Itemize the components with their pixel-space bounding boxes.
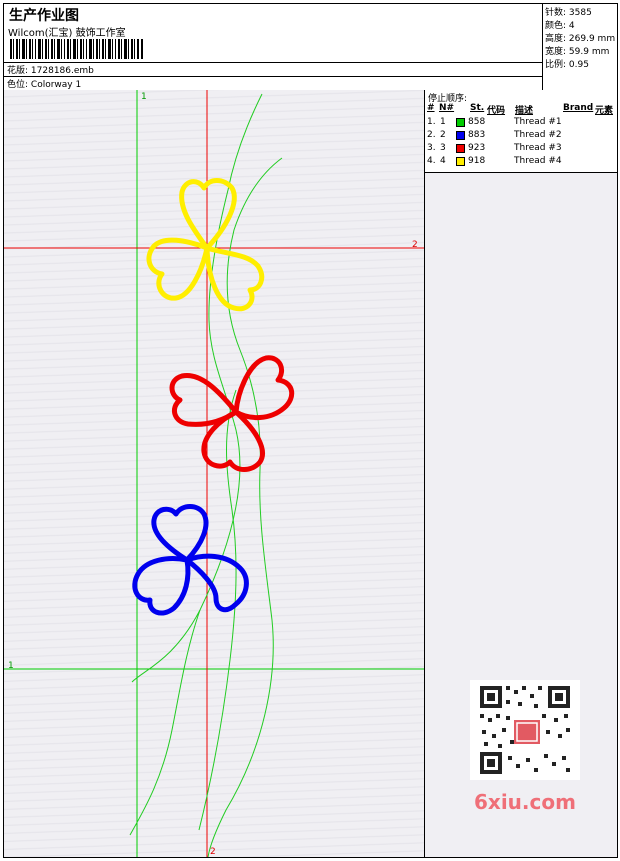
- table-row: 4. 4 918 Thread #4: [427, 156, 562, 166]
- design-preview: 1 1 2 2: [4, 90, 425, 857]
- header: 生产作业图 Wilcom(汇宝) 鼓饰工作室 花版: 1728186.emb 色…: [4, 4, 617, 91]
- colorway-label: 色位:: [7, 80, 29, 90]
- colorway-name: Colorway 1: [30, 80, 82, 90]
- marker-2-right: 2: [412, 240, 418, 250]
- col-header-stop: St.: [470, 103, 485, 113]
- page-title: 生产作业图: [9, 8, 79, 24]
- header-info: 生产作业图 Wilcom(汇宝) 鼓饰工作室 花版: 1728186.emb 色…: [4, 4, 542, 90]
- colorway-row: 色位: Colorway 1: [7, 77, 81, 90]
- divider: [4, 76, 542, 77]
- file-name: 1728186.emb: [30, 66, 94, 76]
- color-swatch: [456, 157, 465, 166]
- color-swatch: [456, 131, 465, 140]
- col-header-element: 元素: [595, 106, 614, 116]
- marker-2-bottom: 2: [210, 847, 216, 857]
- col-header-brand: Brand: [563, 103, 594, 113]
- table-row: 1. 1 858 Thread #1: [427, 117, 562, 127]
- blue-flower: [132, 504, 249, 616]
- site-logo: 6xiu.com: [474, 790, 576, 814]
- file-row: 花版: 1728186.emb: [7, 63, 94, 76]
- red-flower: [169, 355, 295, 472]
- author-text: Wilcom(汇宝) 鼓饰工作室: [8, 28, 126, 39]
- qr-code: [470, 680, 580, 780]
- marker-1-top: 1: [141, 92, 147, 102]
- color-swatch: [456, 144, 465, 153]
- stats-panel: 针数: 3585 颜色: 4 高度: 269.9 mm 宽度: 59.9 mm …: [542, 4, 618, 90]
- col-header-description: 描述: [515, 106, 534, 116]
- stem-lines: [129, 93, 283, 857]
- table-row: 2. 2 883 Thread #2: [427, 130, 562, 140]
- stat-width: 宽度: 59.9 mm: [545, 47, 610, 57]
- yellow-flower: [146, 178, 265, 312]
- col-header-code: 代码: [487, 106, 506, 116]
- stat-height: 高度: 269.9 mm: [545, 34, 616, 44]
- barcode: [10, 39, 143, 59]
- stop-sequence-table: 停止顺序: # N# St. 代码 描述 Brand 元素 1. 1 858 T…: [425, 90, 617, 173]
- color-swatch: [456, 118, 465, 127]
- file-label: 花版:: [7, 66, 29, 76]
- col-header-needle: N#: [439, 103, 455, 113]
- marker-1-left: 1: [8, 661, 14, 671]
- embroidery-design: [4, 90, 424, 857]
- col-header-index: #: [427, 103, 435, 113]
- stat-stitches: 针数: 3585: [545, 8, 592, 18]
- stat-colors: 颜色: 4: [545, 21, 575, 31]
- stat-scale: 比例: 0.95: [545, 60, 589, 70]
- table-row: 3. 3 923 Thread #3: [427, 143, 562, 153]
